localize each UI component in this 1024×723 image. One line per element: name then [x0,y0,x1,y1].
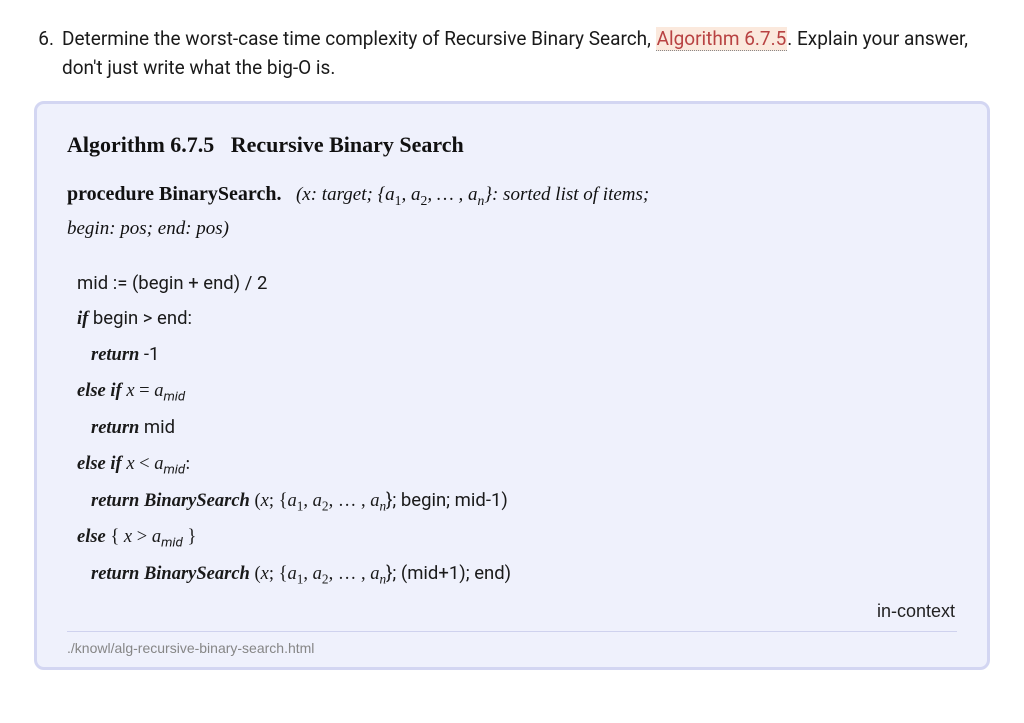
kw-return-2: return [91,418,139,438]
code-line-3: return -1 [77,337,957,373]
kw-return-3: return [91,491,144,511]
l7-x: x [261,491,269,511]
algorithm-body: mid := (begin + end) / 2 if begin > end:… [67,266,957,593]
sig-sub1: 1 [395,193,402,208]
l7-c1: , [303,491,312,511]
l7-close: }; begin; mid-1) [386,489,508,511]
l9-x: x [261,564,269,584]
l4-x: x [126,381,134,401]
l6-colon: : [185,454,190,474]
code-line-5: return mid [77,410,957,446]
procedure-signature-line1: (x: target; {a1, a2, … , an}: sorted lis… [286,184,649,205]
l8-brace-open: { [106,527,124,547]
sig-x: x [302,184,310,205]
procedure-name: BinarySearch. [159,183,281,205]
kw-return-1: return [91,345,139,365]
l2-rest: begin > end: [88,307,192,329]
l7-open: ( [250,491,261,511]
l9-semi1: ; { [269,564,288,584]
question-text: Determine the worst-case time complexity… [62,24,990,83]
l8-brace-close: } [183,527,197,547]
l9-close: }; (mid+1); end) [386,562,511,584]
l7-a2: a [313,491,322,511]
sig-c1: , [402,184,412,205]
kw-elseif-2: else if [77,454,126,474]
l7-a1: a [288,491,297,511]
code-line-2: if begin > end: [77,301,957,337]
l4-eq: = [135,381,155,401]
question-item: 6. Determine the worst-case time complex… [34,24,990,83]
l8-x: x [124,527,132,547]
kw-return-4: return [91,564,144,584]
sig-list-desc: : sorted list of items; [492,184,649,205]
algorithm-label: Algorithm 6.7.5 [67,132,214,157]
code-line-6: else if x < amid: [77,446,957,483]
l9-a2: a [313,564,322,584]
procedure-signature-line2: begin: pos; end: pos) [67,215,957,244]
l9-open: ( [250,564,261,584]
algorithm-name: Recursive Binary Search [231,132,464,157]
in-context-link[interactable]: in-context [67,598,957,625]
knowl-source-path: ./knowl/alg-recursive-binary-search.html [67,631,957,659]
l7-semi1: ; { [269,491,288,511]
l8-a: a [152,527,161,547]
l3-rest: -1 [139,343,159,365]
procedure-header: procedure BinarySearch. (x: target; {a1,… [67,179,957,211]
code-line-4: else if x = amid [77,373,957,410]
l6-lt: < [135,454,155,474]
sig-dots: , … , [427,184,468,205]
l9-fn: BinarySearch [144,564,250,584]
l5-rest: mid [139,416,175,438]
l6-sub: mid [163,463,185,478]
sig-list-close: } [484,184,492,205]
kw-elseif-1: else if [77,381,126,401]
code-line-7: return BinarySearch (x; {a1, a2, … , an}… [77,483,957,519]
l9-dots: , … , [329,564,371,584]
l4-sub: mid [163,390,185,405]
sig-a1: a [385,184,395,205]
l9-s2: 2 [322,572,329,587]
l7-fn: BinarySearch [144,491,250,511]
sig-an: a [468,184,478,205]
l9-c1: , [303,564,312,584]
kw-else: else [77,527,106,547]
code-line-9: return BinarySearch (x; {a1, a2, … , an}… [77,556,957,592]
sig-a2: a [411,184,421,205]
l7-dots: , … , [329,491,371,511]
l9-a1: a [288,564,297,584]
l8-gt: > [132,527,152,547]
procedure-keyword: procedure [67,183,154,205]
kw-if: if [77,309,88,329]
l7-s2: 2 [322,499,329,514]
algorithm-title: Algorithm 6.7.5 Recursive Binary Search [67,128,957,161]
sig-list-open: { [373,184,385,205]
sig-x-desc: : target; [311,184,373,205]
code-line-1: mid := (begin + end) / 2 [77,266,957,301]
algorithm-link[interactable]: Algorithm 6.7.5 [656,27,788,51]
question-number: 6. [34,24,54,83]
question-text-before: Determine the worst-case time complexity… [62,27,656,50]
l8-sub: mid [161,536,183,551]
l6-x: x [126,454,134,474]
code-line-8: else { x > amid } [77,519,957,556]
algorithm-box: Algorithm 6.7.5 Recursive Binary Search … [34,101,990,671]
